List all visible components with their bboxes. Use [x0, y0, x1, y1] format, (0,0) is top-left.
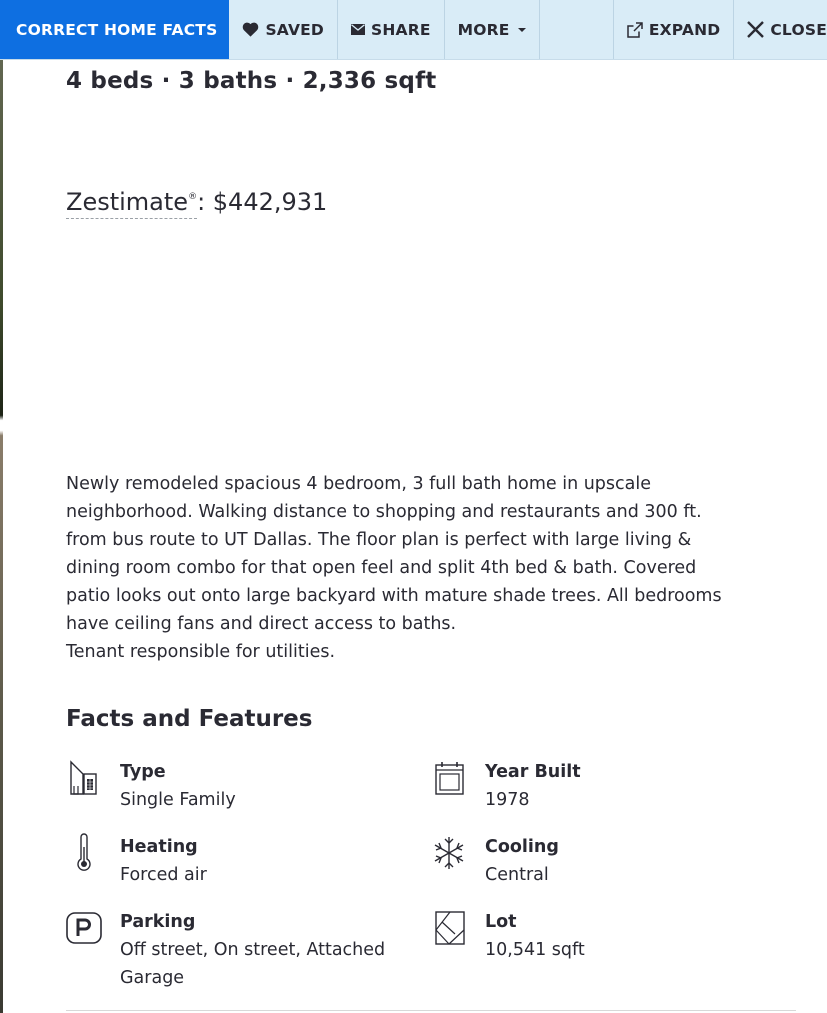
description-line: patio looks out onto large backyard with… [66, 586, 722, 606]
external-link-icon [627, 21, 643, 38]
description-line: from bus route to UT Dallas. The floor p… [66, 530, 692, 550]
expand-label: EXPAND [648, 20, 721, 39]
section-divider [66, 1010, 796, 1011]
building-icon [66, 758, 102, 798]
fact-type: Type Single Family [66, 758, 236, 814]
fact-parking: Parking Off street, On street, Attached … [66, 908, 420, 992]
saved-button[interactable]: SAVED [229, 0, 338, 59]
fact-label: Parking [120, 912, 196, 932]
toolbar-spacer [540, 0, 614, 59]
description-line: dining room combo for that open feel and… [66, 558, 697, 578]
fact-value: Single Family [120, 790, 236, 810]
more-label: MORE [457, 20, 510, 39]
saved-label: SAVED [265, 20, 324, 39]
fact-value: Off street, On street, Attached Garage [120, 940, 386, 988]
facts-title: Facts and Features [66, 706, 313, 732]
close-button[interactable]: CLOSE [734, 0, 827, 59]
close-label: CLOSE [770, 20, 827, 39]
fact-label: Lot [485, 912, 517, 932]
correct-home-facts-button[interactable]: CORRECT HOME FACTS [0, 0, 230, 59]
description-line: Tenant responsible for utilities. [66, 642, 336, 662]
home-summary: 4 beds · 3 baths · 2,336 sqft [66, 68, 437, 94]
share-button[interactable]: SHARE [338, 0, 445, 59]
fact-cooling: Cooling Central [431, 833, 559, 889]
zestimate: Zestimate®: $442,931 [66, 188, 328, 219]
fact-value: Central [485, 865, 549, 885]
more-dropdown[interactable]: MORE [445, 0, 540, 59]
thermometer-icon [66, 833, 102, 873]
fact-label: Heating [120, 837, 198, 857]
correct-home-facts-label: CORRECT HOME FACTS [16, 20, 218, 39]
caret-down-icon [517, 27, 526, 32]
fact-lot: Lot 10,541 sqft [431, 908, 585, 964]
share-label: SHARE [371, 20, 431, 39]
fact-value: 10,541 sqft [485, 940, 585, 960]
listing-description: Newly remodeled spacious 4 bedroom, 3 fu… [66, 470, 786, 666]
registered-mark: ® [188, 192, 198, 202]
fact-label: Year Built [485, 762, 581, 782]
close-icon [747, 21, 765, 38]
expand-button[interactable]: EXPAND [614, 0, 735, 59]
fact-year-built: Year Built 1978 [431, 758, 581, 814]
fact-value: 1978 [485, 790, 530, 810]
fact-heating: Heating Forced air [66, 833, 207, 889]
fact-value: Forced air [120, 865, 207, 885]
description-line: have ceiling fans and direct access to b… [66, 614, 457, 634]
fact-label: Type [120, 762, 166, 782]
calendar-icon [431, 758, 467, 798]
lot-icon [431, 908, 467, 948]
envelope-icon [351, 24, 365, 35]
background-photo-edge [0, 0, 3, 1013]
snowflake-icon [431, 833, 467, 873]
description-line: neighborhood. Walking distance to shoppi… [66, 502, 702, 522]
zestimate-term: Zestimate [66, 188, 189, 216]
parking-icon [66, 908, 102, 948]
zestimate-term-link[interactable]: Zestimate® [66, 188, 198, 219]
description-line: Newly remodeled spacious 4 bedroom, 3 fu… [66, 474, 652, 494]
zestimate-value: : $442,931 [197, 188, 328, 216]
heart-icon [242, 22, 259, 37]
top-toolbar: CORRECT HOME FACTS SAVED SHARE MORE EXPA… [0, 0, 827, 60]
fact-label: Cooling [485, 837, 559, 857]
